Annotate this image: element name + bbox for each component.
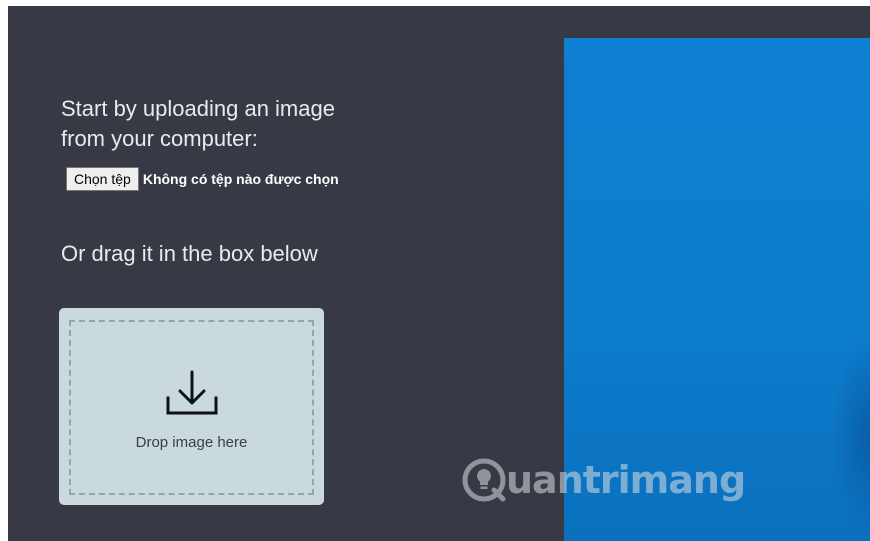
upload-instructions-line2: from your computer:	[61, 126, 258, 151]
upload-instructions-line1: Start by uploading an image	[61, 96, 335, 121]
file-status-text: Không có tệp nào được chọn	[142, 171, 339, 187]
file-input: Chọn tệp Không có tệp nào được chọn	[66, 167, 339, 191]
drop-zone-label: Drop image here	[135, 434, 248, 451]
app-frame: Start by uploading an image from your co…	[8, 6, 870, 541]
download-icon	[166, 370, 218, 415]
image-preview-area	[564, 38, 870, 541]
upload-instructions: Start by uploading an image from your co…	[61, 94, 441, 154]
drag-heading: Or drag it in the box below	[61, 241, 318, 266]
choose-file-button[interactable]: Chọn tệp	[66, 167, 139, 191]
drop-zone[interactable]: Drop image here	[59, 308, 324, 505]
preview-shade	[830, 338, 870, 538]
upload-panel: Start by uploading an image from your co…	[8, 6, 564, 541]
